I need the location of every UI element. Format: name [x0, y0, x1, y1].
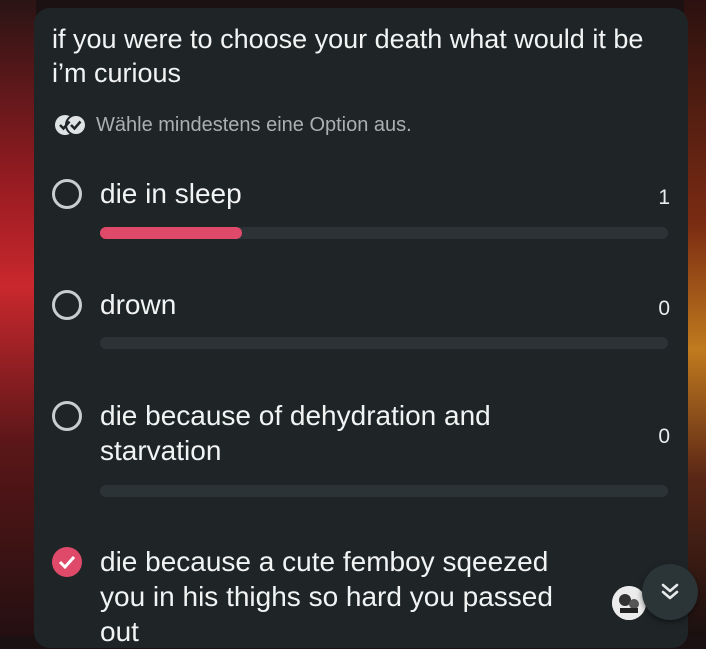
scroll-down-button[interactable] [642, 564, 698, 620]
vote-progress-bar [100, 337, 668, 349]
chevron-double-down-icon [661, 583, 679, 600]
radio-button[interactable] [52, 290, 82, 320]
vote-progress-bar [100, 227, 668, 239]
poll-card: if you were to choose your death what wo… [34, 8, 698, 648]
poll-instruction: Wähle mindestens eine Option aus. [54, 112, 412, 138]
radio-button-checked[interactable] [52, 547, 82, 577]
option-label: drown [100, 289, 177, 320]
option-label: die because a cute femboy sqeezed you in… [100, 546, 553, 647]
checkmark-icon [58, 555, 76, 569]
option-vote-count: 0 [658, 297, 670, 320]
radio-button[interactable] [52, 401, 82, 431]
option-vote-count: 0 [658, 425, 670, 448]
avatar[interactable] [612, 586, 646, 620]
option-vote-count: 1 [658, 186, 670, 209]
double-check-icon [54, 114, 88, 136]
poll-question: if you were to choose your death what wo… [52, 24, 644, 88]
instruction-text: Wähle mindestens eine Option aus. [96, 113, 412, 136]
option-label: die because of dehydration and starvatio… [100, 400, 491, 466]
option-label: die in sleep [100, 178, 242, 209]
radio-button[interactable] [52, 179, 82, 209]
vote-progress-bar [100, 485, 668, 497]
background-left [0, 0, 36, 636]
vote-progress-fill [100, 227, 242, 239]
